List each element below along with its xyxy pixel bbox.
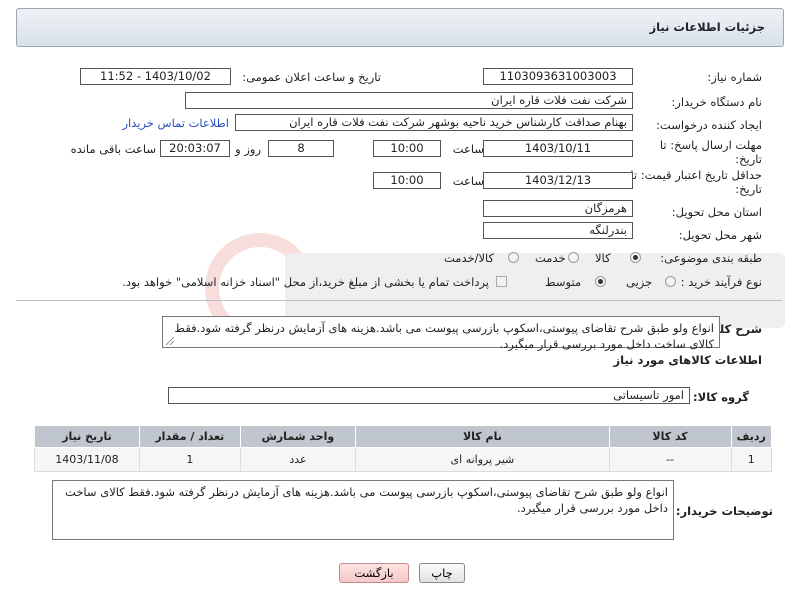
reply-deadline-label: مهلت ارسال پاسخ: تا [659, 138, 762, 152]
table-row[interactable]: 1 -- شیر پروانه ای عدد 1 1403/11/08 [34, 447, 772, 472]
cell-goods-name: شیر پروانه ای [355, 447, 610, 472]
city-field[interactable]: بندرلنگه [483, 222, 633, 239]
buyer-notes-textarea[interactable]: انواع ولو طبق شرح تقاضای پیوستی،اسکوپ با… [52, 480, 674, 540]
resize-grip-icon[interactable] [166, 337, 174, 345]
process-option-medium: متوسط [545, 275, 582, 289]
cell-unit: عدد [239, 447, 357, 472]
process-radio-medium[interactable] [595, 276, 606, 287]
page-header: جزئیات اطلاعات نیاز [16, 8, 784, 47]
need-number-label: شماره نیاز: [707, 70, 762, 84]
announce-label: تاریخ و ساعت اعلان عمومی: [242, 70, 381, 84]
reply-time-label: ساعت [452, 142, 484, 156]
price-time-field[interactable]: 10:00 [373, 172, 441, 189]
price-validity-label-2: تاریخ: [735, 182, 762, 196]
goods-section-title: اطلاعات کالاهای مورد نیاز [613, 353, 762, 367]
buyer-notes-label: توضیحات خریدار: [675, 504, 773, 518]
treasury-payment-checkbox[interactable] [496, 276, 507, 287]
page-title: جزئیات اطلاعات نیاز [649, 20, 765, 34]
col-goods-name: نام کالا [355, 425, 610, 448]
need-number-field[interactable]: 1103093631003003 [483, 68, 633, 85]
goods-table: ردیف کد کالا نام کالا واحد شمارش تعداد /… [34, 425, 772, 472]
col-goods-code: کد کالا [608, 425, 732, 448]
announce-date-field[interactable]: 1403/10/02 - 11:52 [80, 68, 231, 85]
price-validity-label: حداقل تاریخ اعتبار قیمت: تا [630, 168, 762, 182]
description-textarea[interactable]: انواع ولو طبق شرح تقاضای پیوستی،اسکوپ با… [162, 316, 720, 351]
reply-deadline-label-2: تاریخ: [735, 152, 762, 166]
city-label: شهر محل تحویل: [678, 228, 762, 242]
cell-quantity: 1 [138, 447, 241, 472]
col-row-number: ردیف [730, 425, 772, 448]
treasury-payment-text: پرداخت تمام یا بخشی از مبلغ خرید،از محل … [122, 275, 489, 289]
price-time-label: ساعت [452, 174, 484, 188]
province-label: استان محل تحویل: [671, 205, 762, 219]
days-remaining-field[interactable]: 8 [268, 140, 334, 157]
cell-row-number: 1 [730, 447, 772, 472]
category-radio-service[interactable] [568, 252, 579, 263]
buyer-org-field[interactable]: شرکت نفت فلات قاره ایران [185, 92, 633, 109]
buyer-notes-text: انواع ولو طبق شرح تقاضای پیوستی،اسکوپ با… [65, 485, 668, 515]
reply-date-field[interactable]: 1403/10/11 [483, 140, 633, 157]
col-need-date: تاریخ نیاز [34, 425, 140, 448]
category-label: طبقه بندی موضوعی: [660, 251, 762, 265]
goods-group-field[interactable]: امور تاسیساتی [168, 387, 690, 404]
goods-group-label: گروه کالا: [693, 390, 749, 404]
buyer-org-label: نام دستگاه خریدار: [671, 95, 762, 109]
price-validity-date-field[interactable]: 1403/12/13 [483, 172, 633, 189]
col-quantity: تعداد / مقدار [138, 425, 241, 448]
back-button[interactable]: بازگشت [339, 563, 409, 583]
cell-goods-code: -- [608, 447, 732, 472]
remaining-time-field[interactable]: 20:03:07 [160, 140, 230, 157]
reply-time-field[interactable]: 10:00 [373, 140, 441, 157]
goods-table-header: ردیف کد کالا نام کالا واحد شمارش تعداد /… [34, 425, 772, 448]
days-label: روز و [235, 142, 261, 156]
description-text: انواع ولو طبق شرح تقاضای پیوستی،اسکوپ با… [174, 321, 714, 351]
category-option-goods: کالا [595, 251, 611, 265]
process-option-minor: جزیی [626, 275, 653, 289]
print-button[interactable]: چاپ [419, 563, 465, 583]
category-radio-goods-service[interactable] [508, 252, 519, 263]
creator-field[interactable]: بهنام صداقت کارشناس خرید ناحیه بوشهر شرک… [235, 114, 633, 131]
category-option-goods-service: کالا/خدمت [444, 251, 495, 265]
process-label: نوع فرآیند خرید : [680, 275, 762, 289]
buyer-contact-link[interactable]: اطلاعات تماس خریدار [122, 116, 229, 130]
process-radio-minor[interactable] [665, 276, 676, 287]
category-radio-goods[interactable] [630, 252, 641, 263]
category-option-service: خدمت [535, 251, 566, 265]
creator-label: ایجاد کننده درخواست: [656, 118, 762, 132]
remaining-time-label: ساعت باقی مانده [70, 142, 156, 156]
province-field[interactable]: هرمزگان [483, 200, 633, 217]
cell-need-date: 1403/11/08 [34, 447, 140, 472]
col-unit: واحد شمارش [239, 425, 357, 448]
